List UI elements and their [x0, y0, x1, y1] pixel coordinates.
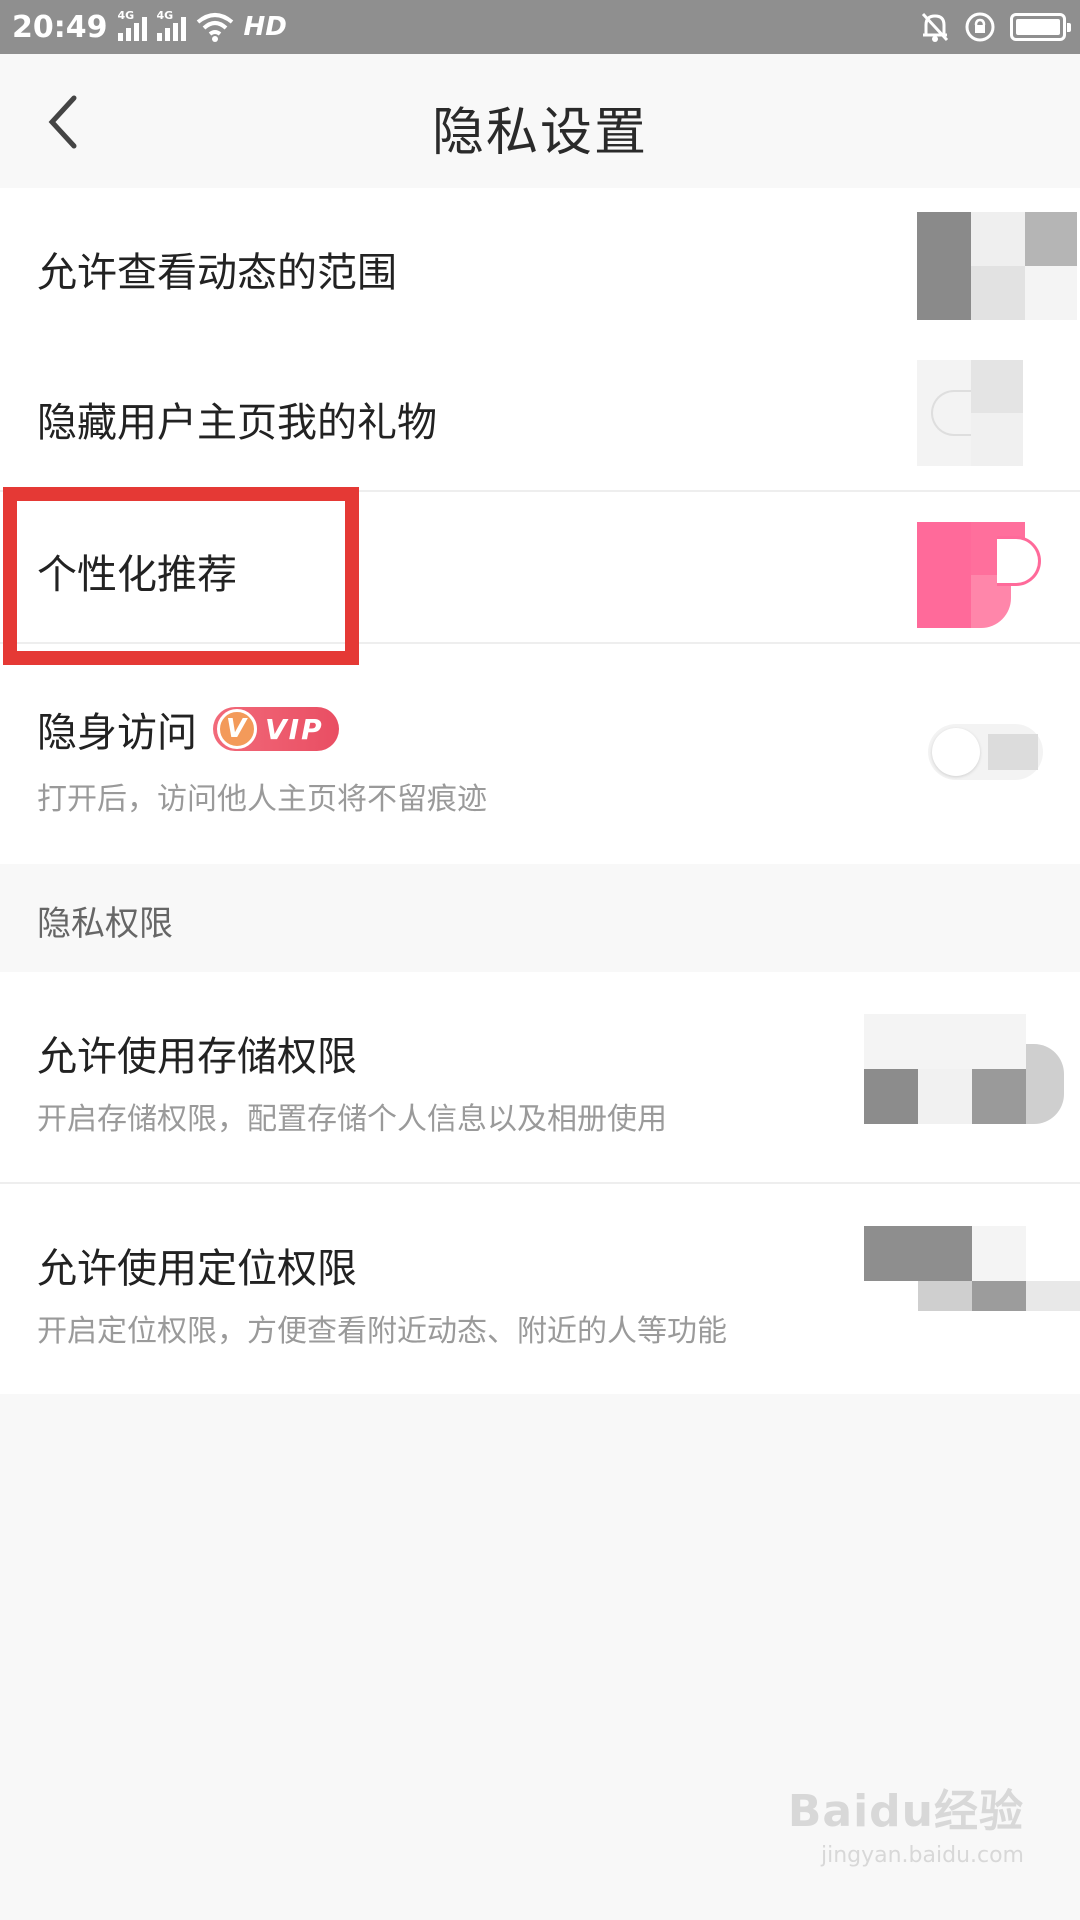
setting-row-personalized-recommend[interactable]: 个性化推荐 — [0, 492, 1080, 644]
setting-title: 个性化推荐 — [37, 552, 237, 598]
permission-title: 允许使用定位权限 — [37, 1246, 357, 1292]
invisible-visit-toggle[interactable] — [928, 724, 1043, 780]
permission-subtitle: 开启存储权限，配置存储个人信息以及相册使用 — [37, 1102, 667, 1137]
signal-icon-2: 4G — [156, 9, 186, 41]
vip-badge: V VIP — [213, 707, 339, 751]
permission-row-location[interactable]: 允许使用定位权限 开启定位权限，方便查看附近动态、附近的人等功能 — [0, 1184, 1080, 1394]
signal-icon-1: 4G — [117, 9, 147, 41]
setting-title: 隐身访问 — [37, 710, 197, 756]
dynamic-range-toggle[interactable] — [917, 212, 1077, 320]
baidu-watermark: Baidu经验 jingyan.baidu.com — [788, 1775, 1024, 1868]
nav-header: 隐私设置 — [0, 54, 1080, 188]
settings-card: 允许查看动态的范围 隐藏用户主页我的礼物 个性化推荐 隐身访问 V VIP 打开… — [0, 188, 1080, 864]
setting-row-dynamic-range[interactable]: 允许查看动态的范围 — [0, 188, 1080, 340]
status-bar: 20:49 4G 4G HD — [0, 0, 1080, 54]
hide-gifts-toggle[interactable] — [917, 360, 1027, 466]
network-type-2: 4G — [156, 9, 174, 22]
battery-icon — [1010, 13, 1071, 41]
location-permission-status[interactable] — [864, 1226, 1080, 1336]
setting-row-invisible-visit[interactable]: 隐身访问 V VIP 打开后，访问他人主页将不留痕迹 — [0, 644, 1080, 864]
setting-row-hide-gifts[interactable]: 隐藏用户主页我的礼物 — [0, 340, 1080, 492]
setting-title-group: 隐身访问 V VIP — [37, 700, 339, 758]
permission-title: 允许使用存储权限 — [37, 1034, 357, 1080]
vip-badge-label: VIP — [265, 712, 324, 746]
permission-row-storage[interactable]: 允许使用存储权限 开启存储权限，配置存储个人信息以及相册使用 — [0, 972, 1080, 1184]
setting-subtitle: 打开后，访问他人主页将不留痕迹 — [37, 782, 487, 817]
status-left: 20:49 4G 4G HD — [12, 9, 287, 45]
page-title: 隐私设置 — [431, 103, 648, 163]
bell-off-icon — [921, 12, 949, 42]
setting-title: 允许查看动态的范围 — [37, 250, 397, 296]
vip-v-icon: V — [217, 709, 257, 749]
rotation-lock-icon — [965, 12, 995, 42]
section-title: 隐私权限 — [37, 904, 173, 944]
status-right — [920, 11, 1071, 43]
storage-permission-status[interactable] — [864, 1014, 1064, 1124]
watermark-sub: jingyan.baidu.com — [820, 1843, 1024, 1868]
status-time: 20:49 — [12, 9, 108, 45]
personalized-recommend-toggle[interactable] — [917, 522, 1043, 628]
hd-icon: HD — [243, 12, 287, 42]
permission-subtitle: 开启定位权限，方便查看附近动态、附近的人等功能 — [37, 1314, 727, 1349]
section-header-privacy-permissions: 隐私权限 — [0, 864, 1080, 972]
wifi-icon — [196, 13, 233, 42]
watermark-main: Baidu经验 — [787, 1786, 1024, 1837]
permissions-card: 允许使用存储权限 开启存储权限，配置存储个人信息以及相册使用 允许使用定位权限 … — [0, 972, 1080, 1394]
setting-title: 隐藏用户主页我的礼物 — [37, 400, 437, 446]
network-type-1: 4G — [117, 9, 135, 22]
